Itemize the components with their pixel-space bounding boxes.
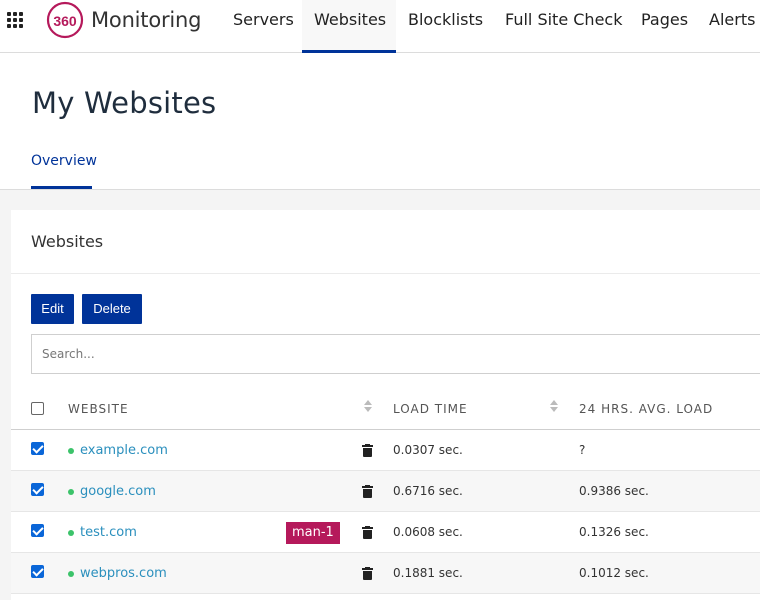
card-title: Websites <box>31 232 104 251</box>
column-website[interactable]: WEBSITE <box>68 402 129 416</box>
tab-overview[interactable]: Overview <box>31 153 97 189</box>
nav-blocklists[interactable]: Blocklists <box>396 0 495 53</box>
nav-alerts[interactable]: Alerts <box>697 0 760 53</box>
avg-load-value: 0.1326 sec. <box>579 525 649 539</box>
nav-label: Full Site Check <box>505 10 623 29</box>
table-row: example.com 0.0307 sec. ? <box>11 430 760 471</box>
sort-load-time-icon[interactable] <box>549 400 559 414</box>
trash-icon[interactable] <box>362 526 373 539</box>
edit-button[interactable]: Edit <box>31 294 74 324</box>
nav-label: Websites <box>314 10 387 29</box>
nav-full-site-check[interactable]: Full Site Check <box>493 0 634 53</box>
logo[interactable]: 360 Monitoring <box>44 0 202 40</box>
load-time-value: 0.1881 sec. <box>393 566 463 580</box>
status-up-icon <box>68 448 74 454</box>
column-avg-load[interactable]: 24 HRS. AVG. LOAD <box>579 402 713 416</box>
websites-card: Websites Edit Delete WEBSITE LOAD TIME 2… <box>11 210 760 600</box>
row-checkbox[interactable] <box>31 442 44 455</box>
avg-load-value: ? <box>579 443 586 457</box>
row-checkbox[interactable] <box>31 565 44 578</box>
table-row: test.com man-1 0.0608 sec. 0.1326 sec. <box>11 512 760 553</box>
logo-mark-icon: 360 <box>46 1 84 39</box>
row-checkbox[interactable] <box>31 524 44 537</box>
load-time-value: 0.0608 sec. <box>393 525 463 539</box>
page-title: My Websites <box>32 86 217 120</box>
select-all-checkbox[interactable] <box>31 402 44 415</box>
table-row: webpros.com 0.1881 sec. 0.1012 sec. <box>11 553 760 594</box>
top-nav: 360 Monitoring Servers Websites Blocklis… <box>0 0 760 53</box>
website-link[interactable]: webpros.com <box>80 566 167 581</box>
status-up-icon <box>68 571 74 577</box>
nav-label: Servers <box>233 10 294 29</box>
card-divider <box>11 273 760 274</box>
load-time-value: 0.0307 sec. <box>393 443 463 457</box>
logo-number: 360 <box>53 13 77 29</box>
status-up-icon <box>68 530 74 536</box>
load-time-value: 0.6716 sec. <box>393 484 463 498</box>
avg-load-value: 0.1012 sec. <box>579 566 649 580</box>
trash-icon[interactable] <box>362 567 373 580</box>
tag-badge[interactable]: man-1 <box>286 522 340 544</box>
website-link[interactable]: google.com <box>80 484 156 499</box>
table-header: WEBSITE LOAD TIME 24 HRS. AVG. LOAD <box>11 390 760 430</box>
delete-button[interactable]: Delete <box>82 294 142 324</box>
trash-icon[interactable] <box>362 485 373 498</box>
table-row: google.com 0.6716 sec. 0.9386 sec. <box>11 471 760 512</box>
nav-websites[interactable]: Websites <box>302 0 396 53</box>
nav-label: Alerts <box>709 10 756 29</box>
website-link[interactable]: test.com <box>80 525 137 540</box>
nav-pages[interactable]: Pages <box>629 0 700 53</box>
nav-servers[interactable]: Servers <box>221 0 306 53</box>
avg-load-value: 0.9386 sec. <box>579 484 649 498</box>
nav-label: Pages <box>641 10 689 29</box>
column-load-time[interactable]: LOAD TIME <box>393 402 468 416</box>
row-checkbox[interactable] <box>31 483 44 496</box>
sort-website-icon[interactable] <box>363 400 373 414</box>
search-input[interactable] <box>31 334 760 374</box>
trash-icon[interactable] <box>362 444 373 457</box>
website-link[interactable]: example.com <box>80 443 168 458</box>
apps-grid-icon[interactable] <box>7 12 23 28</box>
nav-label: Blocklists <box>408 10 484 29</box>
status-up-icon <box>68 489 74 495</box>
page-header: My Websites Overview <box>0 53 760 190</box>
logo-text: Monitoring <box>91 8 202 32</box>
